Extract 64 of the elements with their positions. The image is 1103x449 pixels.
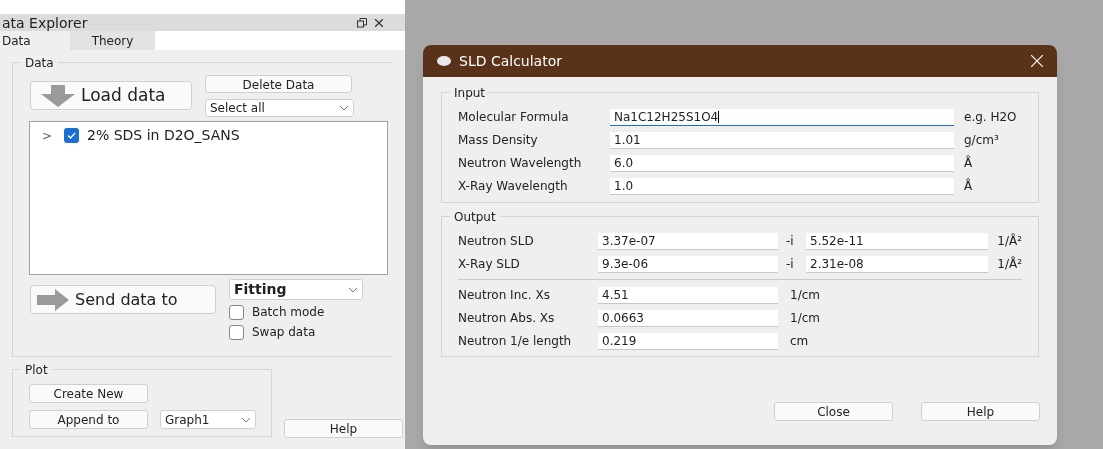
append-to-button[interactable]: Append to — [29, 410, 148, 429]
field-label: Neutron 1/e length — [458, 333, 573, 350]
down-arrow-icon — [41, 84, 75, 107]
expand-toggle[interactable]: > — [42, 126, 56, 145]
unit-label: e.g. H2O — [964, 109, 1017, 126]
checkbox[interactable] — [229, 324, 244, 340]
input-field[interactable]: 1.0 — [610, 177, 954, 195]
check-icon — [67, 132, 76, 139]
input-field[interactable]: 6.0 — [610, 154, 954, 172]
create-new-button[interactable]: Create New — [29, 384, 148, 403]
caret-icon — [348, 286, 358, 293]
field-label: Mass Density — [458, 132, 539, 149]
combo-box[interactable]: Graph1 — [160, 410, 256, 429]
restore-icon[interactable] — [357, 17, 367, 28]
delete-data-button[interactable]: Delete Data — [205, 75, 352, 93]
field-label: Neutron Abs. Xs — [458, 310, 556, 327]
tree-item[interactable]: 2% SDS in D2O_SANS — [87, 125, 240, 146]
field-label: X-Ray Wavelength — [458, 178, 569, 195]
dialog-title: SLD Calculator — [459, 51, 562, 71]
input-field[interactable]: 0.219 — [598, 332, 778, 350]
unit-label: g/cm³ — [964, 132, 999, 149]
input-field[interactable]: 2.31e-08 — [806, 255, 988, 273]
checkbox[interactable] — [64, 128, 79, 143]
input-field[interactable]: 0.0663 — [598, 309, 778, 327]
dialog-button[interactable]: Help — [921, 402, 1040, 421]
checkbox[interactable] — [229, 304, 244, 320]
dialog-button[interactable]: Close — [774, 402, 893, 421]
checkbox-label: Swap data — [252, 324, 316, 341]
field-label: Neutron Wavelength — [458, 155, 583, 172]
input-field[interactable]: 5.52e-11 — [806, 232, 988, 250]
combo-box[interactable]: Fitting — [229, 279, 363, 300]
app-icon — [437, 56, 451, 66]
panel-title: ata Explorer — [2, 15, 88, 30]
unit-label: Å — [964, 154, 973, 172]
unit-label: 1/Å² — [997, 232, 1022, 250]
field-label: X-Ray SLD — [458, 256, 521, 273]
input-field[interactable]: Na1C12H25S1O4 — [610, 108, 954, 126]
unit-label: 1/Å² — [997, 255, 1022, 273]
tab[interactable]: Data — [0, 31, 70, 50]
checkbox-label: Batch mode — [252, 304, 325, 321]
field-label: Neutron Inc. Xs — [458, 287, 551, 304]
input-field[interactable]: 1.01 — [610, 131, 954, 149]
input-field[interactable]: 3.37e-07 — [598, 232, 778, 250]
unit-label: 1/cm — [790, 310, 820, 327]
data-list[interactable]: > 2% SDS in D2O_SANS — [29, 121, 388, 275]
imaginary-label: -i — [786, 233, 795, 250]
field-label: Neutron SLD — [458, 233, 535, 250]
unit-label: 1/cm — [790, 287, 820, 304]
caret-icon — [339, 105, 349, 111]
imaginary-label: -i — [786, 256, 795, 273]
combo-box[interactable]: Select all — [205, 99, 354, 117]
input-field[interactable]: 4.51 — [598, 286, 778, 304]
right-arrow-icon — [37, 288, 69, 311]
input-field[interactable]: 9.3e-06 — [598, 255, 778, 273]
unit-label: cm — [790, 333, 809, 350]
load-data-button[interactable]: Load data — [30, 81, 192, 110]
close-icon[interactable] — [375, 18, 383, 27]
help-button[interactable]: Help — [284, 419, 403, 438]
unit-label: Å — [964, 177, 973, 195]
text-cursor — [718, 111, 720, 123]
field-label: Molecular Formula — [458, 109, 570, 126]
tab[interactable]: Theory — [70, 31, 155, 50]
caret-icon — [241, 416, 251, 423]
send-data-button[interactable]: Send data to — [30, 285, 216, 314]
